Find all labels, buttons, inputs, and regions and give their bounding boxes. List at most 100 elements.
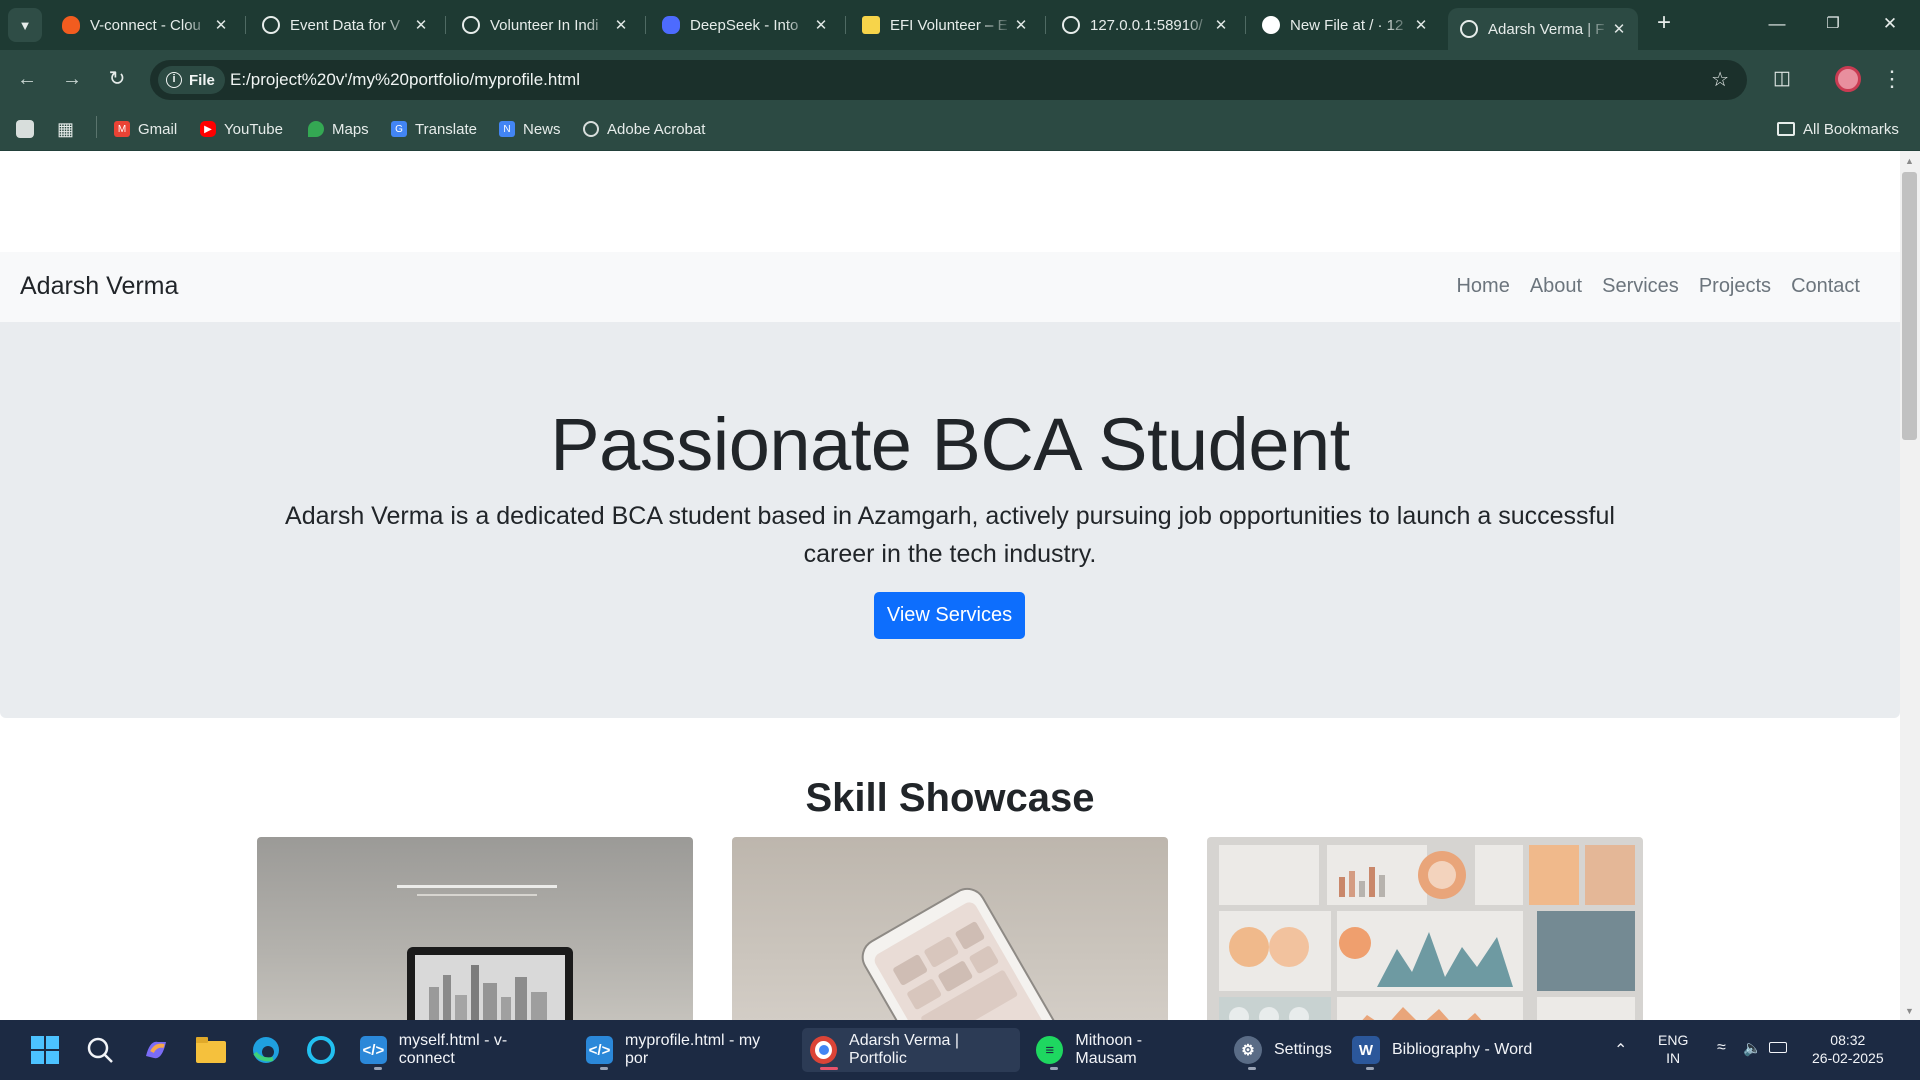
close-icon[interactable]: ✕ xyxy=(1610,20,1628,38)
close-icon[interactable]: ✕ xyxy=(212,16,230,34)
windows-start-icon[interactable] xyxy=(29,1034,61,1066)
tab-localhost[interactable]: 127.0.0.1:58910/ ✕ xyxy=(1050,8,1240,42)
restore-button[interactable]: ❐ xyxy=(1813,8,1853,40)
bookmark-label: Gmail xyxy=(138,120,178,138)
reload-button[interactable]: ↻ xyxy=(102,64,132,94)
file-explorer-icon[interactable] xyxy=(195,1034,227,1066)
chevron-up-icon[interactable]: ⌃ xyxy=(1614,1040,1627,1060)
taskbar-app-vscode-vconnect[interactable]: </> myself.html - v-connect xyxy=(352,1028,564,1072)
scheme-label: File xyxy=(189,71,215,89)
skill-card-data[interactable] xyxy=(1207,837,1643,1020)
active-indicator xyxy=(820,1067,838,1070)
minimize-button[interactable]: — xyxy=(1757,8,1797,40)
close-icon[interactable]: ✕ xyxy=(812,16,830,34)
edge-icon[interactable] xyxy=(250,1034,282,1066)
all-bookmarks-label: All Bookmarks xyxy=(1803,120,1899,138)
maps-icon xyxy=(308,121,324,137)
site-navbar: Adarsh Verma Home About Services Project… xyxy=(0,252,1900,322)
bookmark-star-icon[interactable]: ☆ xyxy=(1711,67,1729,92)
tab-event-data[interactable]: Event Data for V ✕ xyxy=(250,8,440,42)
bookmark-label: YouTube xyxy=(224,120,283,138)
tab-title: V-connect - Clou xyxy=(90,16,201,34)
nav-link-projects[interactable]: Projects xyxy=(1689,275,1781,298)
extensions-icon[interactable]: ◫ xyxy=(1767,64,1797,94)
language-indicator[interactable]: ENG IN xyxy=(1658,1031,1688,1067)
github-icon xyxy=(1262,16,1280,34)
back-button[interactable]: ← xyxy=(12,64,42,94)
new-tab-button[interactable]: + xyxy=(1650,10,1678,38)
site-info-chip[interactable]: i File xyxy=(158,66,225,94)
tab-search-button[interactable]: ▼ xyxy=(8,8,42,42)
scroll-down-icon[interactable]: ▼ xyxy=(1905,1006,1914,1016)
taskbar-app-settings[interactable]: ⚙ Settings xyxy=(1226,1028,1341,1072)
taskbar-app-label: myprofile.html - my por xyxy=(625,1032,761,1067)
tab-divider xyxy=(245,16,246,34)
news-icon: N xyxy=(499,121,515,137)
tab-groups-icon[interactable] xyxy=(16,118,34,140)
site-brand[interactable]: Adarsh Verma xyxy=(20,272,178,301)
close-icon[interactable]: ✕ xyxy=(412,16,430,34)
close-icon[interactable]: ✕ xyxy=(612,16,630,34)
openai-icon xyxy=(262,16,280,34)
wifi-icon[interactable]: ≈ xyxy=(1717,1039,1726,1057)
dashboard-image xyxy=(1219,845,1635,1020)
clock[interactable]: 08:32 26-02-2025 xyxy=(1812,1031,1884,1067)
skill-card-mobile[interactable] xyxy=(732,837,1168,1020)
taskbar-app-word[interactable]: W Bibliography - Word xyxy=(1344,1028,1544,1072)
tab-divider xyxy=(1245,16,1246,34)
avatar[interactable] xyxy=(1835,66,1861,92)
window-close-button[interactable]: ✕ xyxy=(1870,8,1910,40)
settings-icon: ⚙ xyxy=(1234,1036,1262,1064)
skill-card-web[interactable] xyxy=(257,837,693,1020)
bookmark-adobe-acrobat[interactable]: Adobe Acrobat xyxy=(583,118,705,140)
system-tray: ⌃ ENG IN ≈ 🔈 08:32 26-02-2025 xyxy=(1600,1020,1920,1080)
scrollbar-thumb[interactable] xyxy=(1902,172,1917,440)
bookmark-news[interactable]: N News xyxy=(499,118,561,140)
tab-volunteer-india[interactable]: Volunteer In Indi ✕ xyxy=(450,8,640,42)
taskbar-app-spotify[interactable]: ≡ Mithoon - Mausam xyxy=(1028,1028,1213,1072)
bookmark-label: Adobe Acrobat xyxy=(607,120,706,138)
nav-link-about[interactable]: About xyxy=(1520,275,1592,298)
tab-github-new-file[interactable]: New File at / · 12 ✕ xyxy=(1250,8,1440,42)
tab-portfolio[interactable]: Adarsh Verma | F ✕ xyxy=(1448,8,1638,50)
youtube-icon: ▶ xyxy=(200,121,216,137)
apps-grid-icon[interactable]: ▦ xyxy=(57,118,74,140)
view-services-button[interactable]: View Services xyxy=(874,592,1025,639)
bookmark-maps[interactable]: Maps xyxy=(308,118,369,140)
close-icon[interactable]: ✕ xyxy=(1012,16,1030,34)
taskbar-app-vscode-profile[interactable]: </> myprofile.html - my por xyxy=(578,1028,790,1072)
volume-icon[interactable]: 🔈 xyxy=(1743,1039,1762,1057)
gmail-icon: M xyxy=(114,121,130,137)
bookmark-gmail[interactable]: M Gmail xyxy=(114,118,177,140)
bookmark-translate[interactable]: G Translate xyxy=(391,118,477,140)
close-icon[interactable]: ✕ xyxy=(1212,16,1230,34)
globe-icon xyxy=(462,16,480,34)
tab-title: DeepSeek - Into xyxy=(690,16,799,34)
url-text[interactable]: E:/project%20v'/my%20portfolio/myprofile… xyxy=(230,70,580,90)
taskbar-app-chrome[interactable]: Adarsh Verma | Portfolic xyxy=(802,1028,1020,1072)
whale-icon xyxy=(662,16,680,34)
tab-vconnect[interactable]: V-connect - Clou ✕ xyxy=(50,8,240,42)
address-bar[interactable]: i File E:/project%20v'/my%20portfolio/my… xyxy=(150,60,1747,100)
nav-link-home[interactable]: Home xyxy=(1446,275,1519,298)
battery-icon[interactable] xyxy=(1769,1042,1787,1053)
translate-icon: G xyxy=(391,121,407,137)
menu-kebab-icon[interactable]: ⋮ xyxy=(1877,64,1907,94)
nav-link-contact[interactable]: Contact xyxy=(1781,275,1870,298)
forward-button[interactable]: → xyxy=(57,64,87,94)
close-icon[interactable]: ✕ xyxy=(1412,16,1430,34)
copilot-icon[interactable] xyxy=(140,1034,172,1066)
tab-deepseek[interactable]: DeepSeek - Into ✕ xyxy=(650,8,840,42)
bookmarks-bar: ▦ M Gmail ▶ YouTube Maps G Translate N N… xyxy=(0,108,1920,151)
tab-efi-volunteer[interactable]: EFI Volunteer – E ✕ xyxy=(850,8,1040,42)
all-bookmarks-button[interactable]: All Bookmarks xyxy=(1777,118,1899,140)
vscode-icon: </> xyxy=(360,1036,387,1064)
search-icon[interactable] xyxy=(84,1034,116,1066)
scroll-up-icon[interactable]: ▲ xyxy=(1905,156,1914,166)
spotify-icon: ≡ xyxy=(1036,1036,1064,1064)
nav-link-services[interactable]: Services xyxy=(1592,275,1689,298)
bookmark-youtube[interactable]: ▶ YouTube xyxy=(200,118,283,140)
alexa-icon[interactable] xyxy=(305,1034,337,1066)
hero-title: Passionate BCA Student xyxy=(550,403,1350,486)
running-indicator xyxy=(374,1067,382,1070)
